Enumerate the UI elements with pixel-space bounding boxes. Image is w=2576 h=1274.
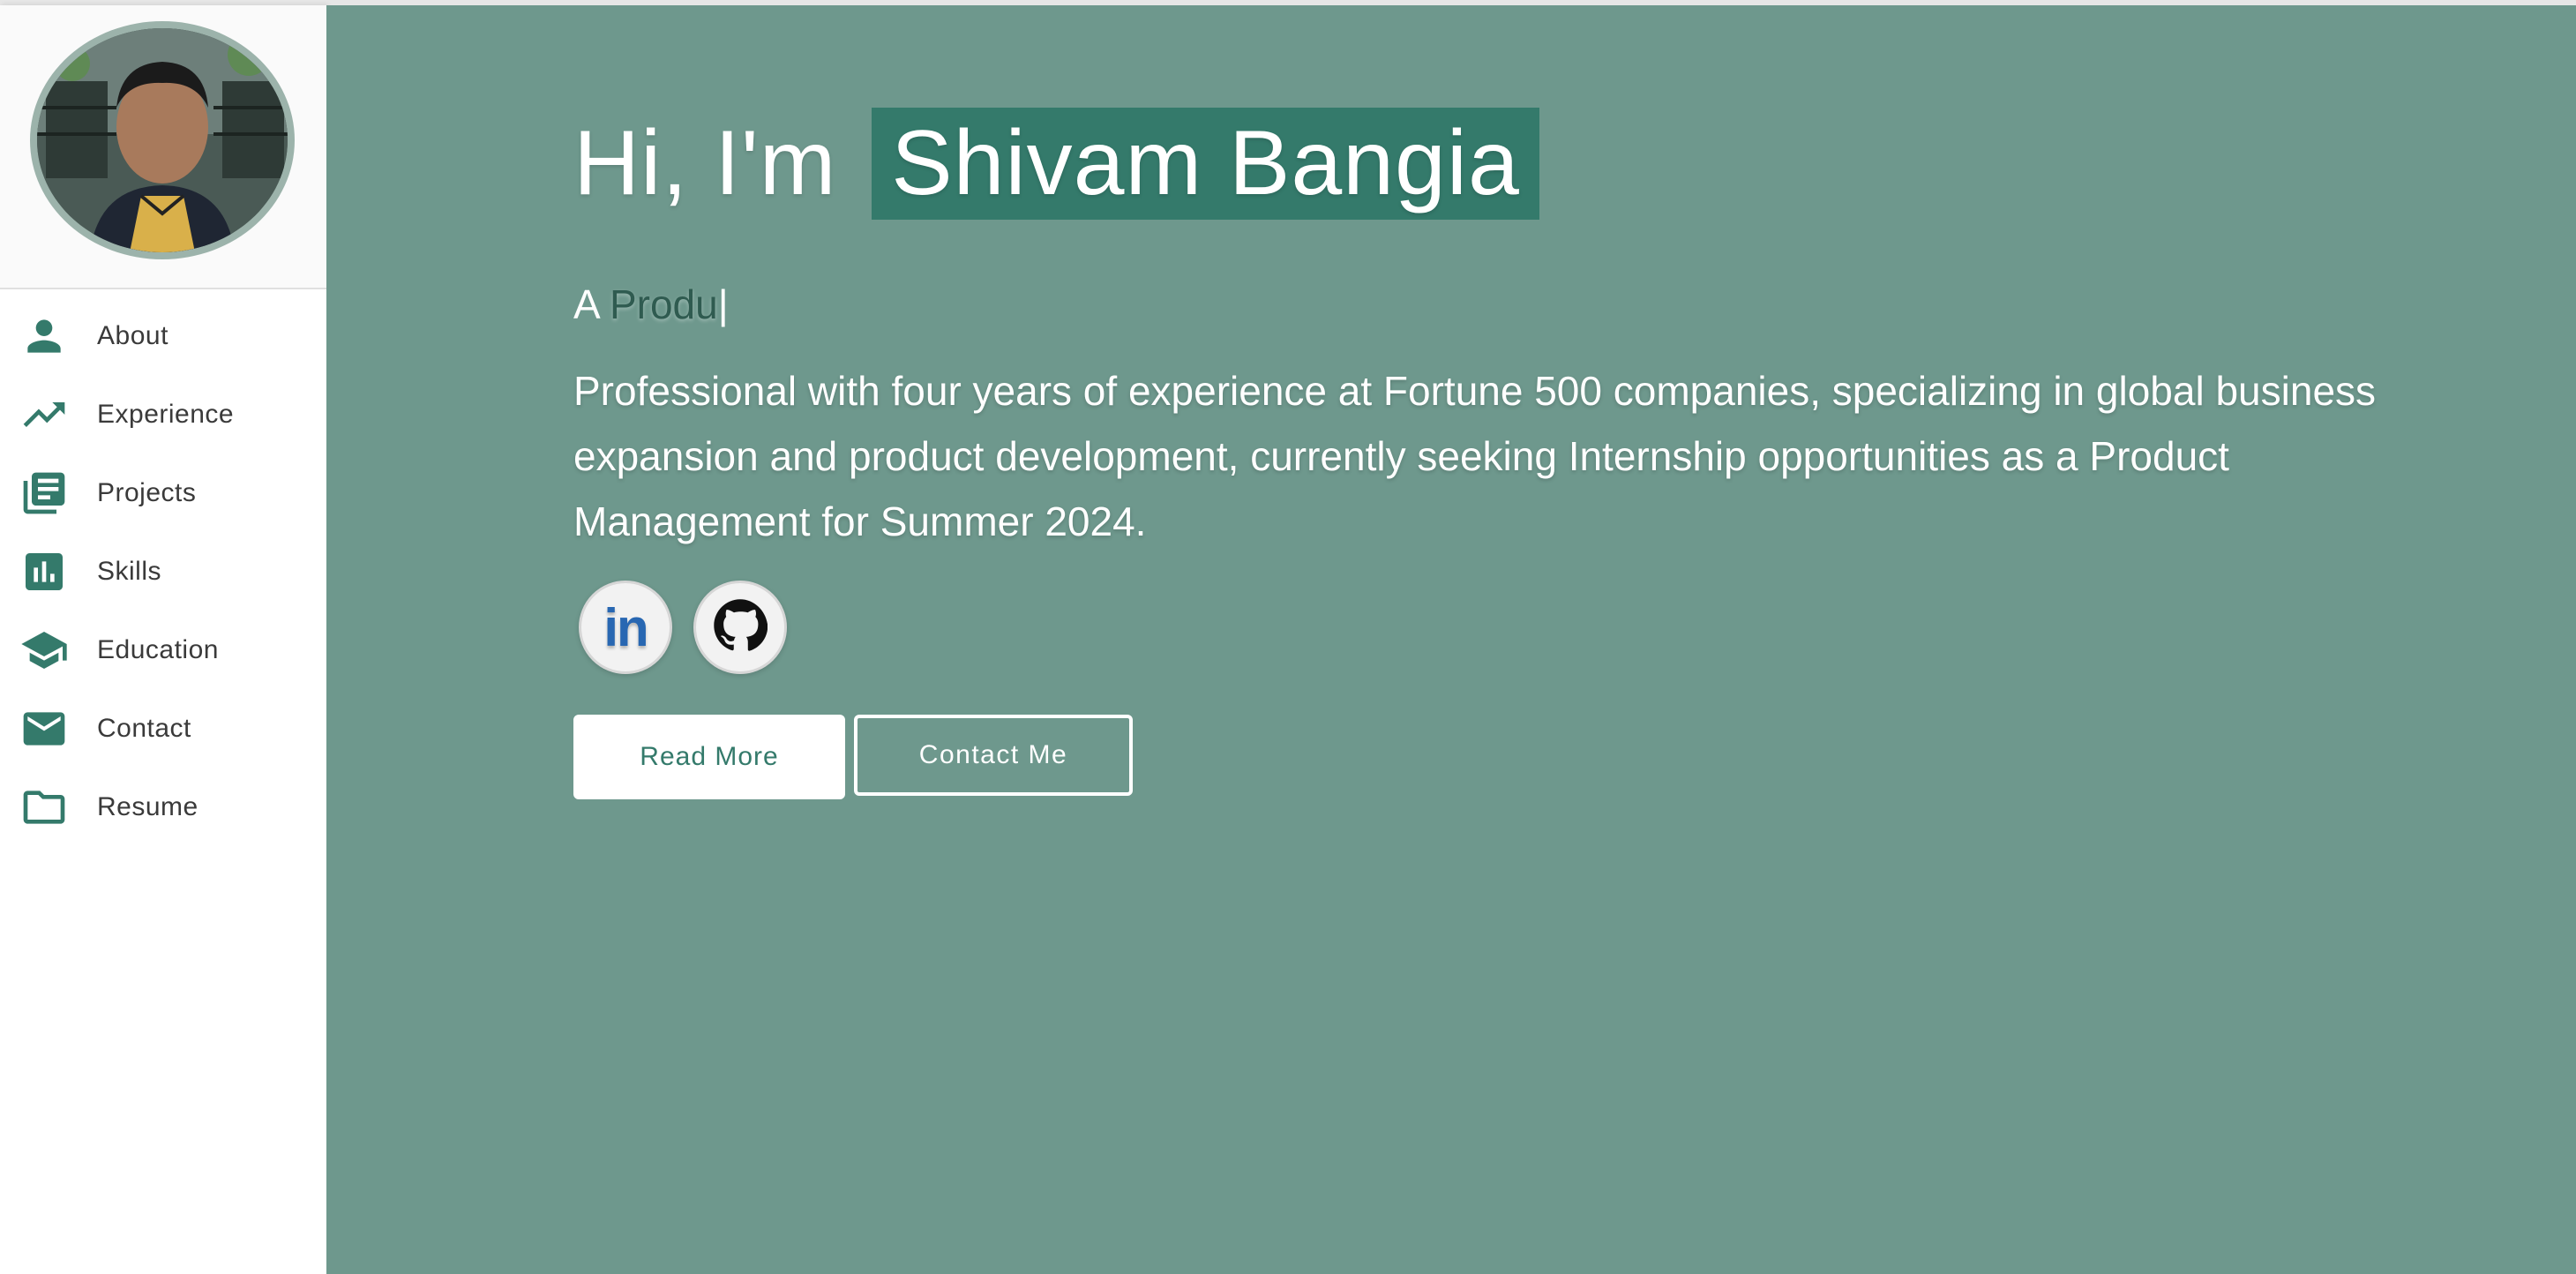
hero-greeting: Hi, I'm	[573, 112, 837, 214]
sidebar-item-label: Skills	[97, 556, 162, 586]
hero-description: Professional with four years of experien…	[573, 368, 2377, 544]
hero-name: Shivam Bangia	[872, 108, 1539, 220]
sidebar-item-experience[interactable]: Experience	[0, 375, 326, 453]
github-icon	[713, 598, 768, 657]
sidebar-item-projects[interactable]: Projects	[0, 453, 326, 532]
sidebar-header	[0, 5, 326, 289]
sidebar-item-skills[interactable]: Skills	[0, 532, 326, 611]
graduation-cap-icon	[19, 626, 69, 675]
linkedin-icon: in	[603, 597, 648, 657]
sidebar-item-label: Projects	[97, 477, 197, 507]
profile-photo	[37, 28, 288, 252]
hero-title: Hi, I'm Shivam Bangia	[573, 108, 1539, 220]
hero-section: Hi, I'm Shivam Bangia A Produ| Professio…	[326, 5, 2576, 1274]
github-link[interactable]	[693, 581, 787, 674]
hero-actions: Read More Contact Me	[573, 715, 1133, 799]
read-more-button[interactable]: Read More	[573, 715, 845, 799]
sidebar-item-label: About	[97, 320, 168, 350]
trending-up-icon	[19, 390, 69, 439]
sidebar-item-label: Contact	[97, 713, 191, 743]
typing-cursor: |	[717, 281, 729, 327]
sidebar-nav: About Experience Projects Skills Educati…	[0, 296, 326, 846]
sidebar: About Experience Projects Skills Educati…	[0, 5, 326, 1274]
contact-me-button[interactable]: Contact Me	[854, 715, 1133, 796]
typed-role-line: A Produ|	[573, 281, 729, 328]
folder-icon	[19, 783, 69, 832]
sidebar-item-label: Education	[97, 634, 219, 664]
mail-icon	[19, 704, 69, 753]
sidebar-item-label: Resume	[97, 791, 198, 821]
library-books-icon	[19, 468, 69, 518]
linkedin-link[interactable]: in	[579, 581, 672, 674]
sidebar-item-education[interactable]: Education	[0, 611, 326, 689]
sidebar-item-resume[interactable]: Resume	[0, 768, 326, 846]
typed-role-word: Produ	[609, 281, 718, 327]
sidebar-item-about[interactable]: About	[0, 296, 326, 375]
avatar	[30, 21, 295, 259]
bar-chart-icon	[19, 547, 69, 596]
person-icon	[19, 311, 69, 361]
sidebar-item-label: Experience	[97, 399, 235, 429]
sidebar-item-contact[interactable]: Contact	[0, 689, 326, 768]
social-links: in	[579, 581, 787, 674]
typed-prefix: A	[573, 281, 599, 327]
portfolio-page: About Experience Projects Skills Educati…	[0, 0, 2576, 1274]
